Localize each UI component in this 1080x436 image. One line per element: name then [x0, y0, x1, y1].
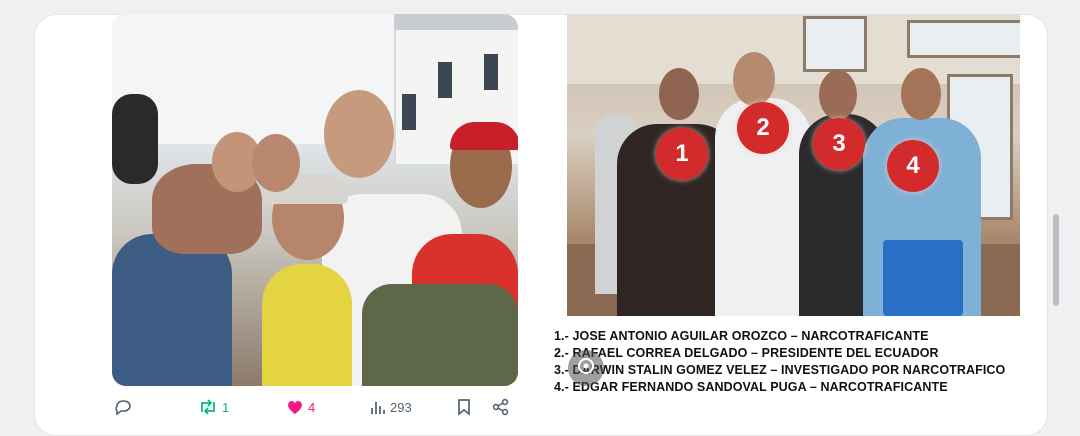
- caption-line-2: 2.- RAFAEL CORREA DELGADO – PRESIDENTE D…: [554, 346, 939, 360]
- marker-1: 1: [656, 128, 708, 180]
- views-icon: [370, 399, 386, 415]
- photo-roof: [394, 14, 518, 30]
- heart-icon: [286, 398, 304, 416]
- person-face: [659, 68, 699, 120]
- share-icon: [492, 398, 510, 416]
- bookmark-button[interactable]: [456, 398, 472, 416]
- photo-window: [907, 20, 1020, 58]
- post-image-left[interactable]: [112, 14, 518, 386]
- marker-4: 4: [887, 140, 939, 192]
- person-face: [252, 134, 300, 192]
- retweet-count: 1: [222, 399, 230, 415]
- retweet-icon: [198, 398, 218, 416]
- image-caption: 1.- JOSE ANTONIO AGUILAR OROZCO – NARCOT…: [554, 328, 1024, 396]
- photo-window: [438, 62, 452, 98]
- red-cap: [450, 122, 518, 150]
- person-dark: [112, 94, 158, 184]
- person-denim-jacket: [112, 234, 232, 386]
- person-face: [324, 90, 394, 178]
- caption-line-3: 3.- DARWIN STALIN GOMEZ VELEZ – INVESTIG…: [554, 363, 1006, 377]
- share-button[interactable]: [492, 398, 510, 416]
- post-image-right[interactable]: [567, 14, 1020, 316]
- views-button[interactable]: 293: [370, 398, 412, 416]
- scrollbar-thumb[interactable]: [1053, 214, 1059, 306]
- retweet-button[interactable]: 1: [198, 398, 229, 416]
- marker-2: 2: [737, 102, 789, 154]
- lens-icon: [576, 356, 596, 381]
- image-search-button[interactable]: [568, 350, 604, 386]
- photo-window: [484, 54, 498, 90]
- person-4-blue-pants: [883, 240, 963, 316]
- person-face: [733, 52, 775, 106]
- reply-icon: [114, 398, 132, 416]
- person-face: [819, 70, 857, 120]
- marker-3: 3: [813, 118, 865, 170]
- bookmark-icon: [456, 398, 472, 416]
- photo-window: [402, 94, 416, 130]
- reply-button[interactable]: [114, 398, 132, 416]
- camouflage-sleeve: [362, 284, 518, 386]
- caption-line-1: 1.- JOSE ANTONIO AGUILAR OROZCO – NARCOT…: [554, 329, 929, 343]
- person-face: [901, 68, 941, 120]
- photo-window: [803, 16, 867, 72]
- like-button[interactable]: 4: [286, 398, 315, 416]
- person-yellow-shirt: [262, 264, 352, 386]
- caption-line-4: 4.- EDGAR FERNANDO SANDOVAL PUGA – NARCO…: [554, 380, 948, 394]
- like-count: 4: [308, 399, 316, 415]
- views-count: 293: [390, 399, 412, 415]
